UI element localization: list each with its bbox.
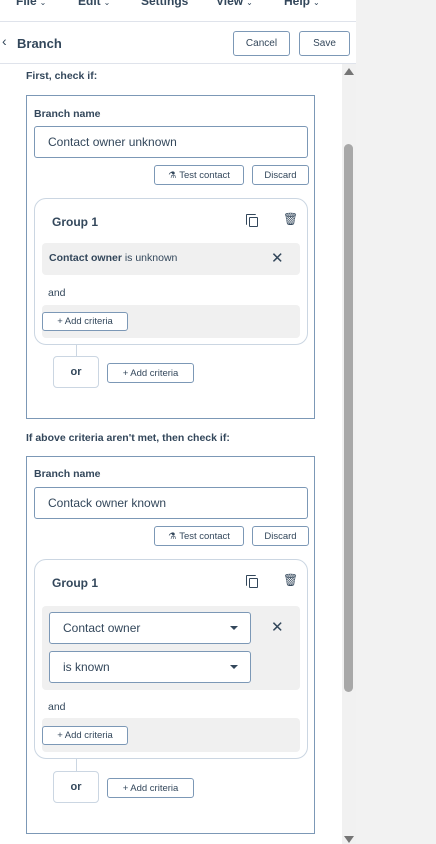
menu-file-label: File — [16, 0, 37, 8]
close-icon[interactable]: ✕ — [271, 620, 284, 635]
add-criteria-row: + Add criteria — [42, 305, 300, 338]
discard-button[interactable]: Discard — [252, 526, 309, 546]
add-criteria-or-button[interactable]: + Add criteria — [107, 363, 194, 383]
add-criteria-or-button[interactable]: + Add criteria — [107, 778, 194, 798]
criteria-edit-row: Contact owner ✕ is known — [42, 606, 300, 690]
panel-header: ‹ Branch Cancel Save — [0, 22, 356, 64]
menu-view[interactable]: View ⌄ — [216, 0, 253, 8]
save-button[interactable]: Save — [299, 31, 350, 56]
back-chevron-icon[interactable]: ‹ — [2, 34, 7, 48]
branch-1-section-label: First, check if: — [26, 70, 98, 82]
chevron-down-icon: ⌄ — [246, 0, 253, 7]
caret-down-icon — [230, 665, 238, 669]
plus-icon: + — [57, 316, 63, 327]
caret-down-icon — [230, 626, 238, 630]
criteria-operator: is unknown — [124, 252, 178, 264]
branch-2-section-label: If above criteria aren't met, then check… — [26, 432, 230, 444]
plus-icon: + — [122, 782, 129, 794]
scroll-down-arrow-icon[interactable] — [344, 836, 354, 843]
group-title: Group 1 — [52, 576, 99, 590]
discard-label: Discard — [264, 169, 297, 181]
chevron-down-icon: ⌄ — [313, 0, 320, 7]
group-card: Group 1 🗑 Contact owner is unknown ✕ and… — [34, 198, 308, 345]
menu-edit-label: Edit — [78, 0, 101, 8]
add-criteria-row: + Add criteria — [42, 718, 300, 752]
chevron-down-icon: ⌄ — [39, 0, 47, 7]
or-button[interactable]: or — [53, 356, 99, 388]
canvas-background — [356, 0, 436, 844]
and-label: and — [48, 701, 66, 713]
menu-help[interactable]: Help ⌄ — [284, 0, 320, 8]
panel-title: Branch — [17, 36, 62, 51]
or-connector-line — [76, 344, 77, 356]
branch-name-input[interactable]: Contact owner unknown — [34, 126, 308, 158]
copy-icon[interactable] — [246, 214, 258, 227]
or-connector-line — [76, 758, 77, 771]
menu-file[interactable]: File ⌄ — [16, 0, 46, 8]
branch-panel-content: First, check if: Branch name Contact own… — [0, 64, 356, 844]
discard-label: Discard — [264, 530, 297, 542]
or-button[interactable]: or — [53, 771, 99, 803]
test-contact-button[interactable]: ⚗ Test contact — [154, 165, 244, 185]
menubar: File ⌄ Edit ⌄ Settings View ⌄ Help ⌄ — [0, 0, 356, 22]
cancel-button[interactable]: Cancel — [233, 31, 290, 56]
branch-name-label: Branch name — [34, 108, 101, 120]
chevron-down-icon: ⌄ — [103, 0, 111, 7]
test-contact-button[interactable]: ⚗ Test contact — [154, 526, 244, 546]
scroll-up-arrow-icon[interactable] — [344, 68, 354, 75]
criteria-property: Contact owner — [49, 252, 122, 264]
discard-button[interactable]: Discard — [252, 165, 309, 185]
add-criteria-label: Add criteria — [64, 316, 113, 327]
menu-help-label: Help — [284, 0, 311, 8]
and-label: and — [48, 287, 66, 299]
branch-name-input[interactable]: Contack owner known — [34, 487, 308, 519]
plus-icon: + — [57, 730, 63, 741]
scrollbar-thumb[interactable] — [344, 144, 353, 692]
menu-edit[interactable]: Edit ⌄ — [78, 0, 110, 8]
close-icon[interactable]: ✕ — [271, 251, 284, 266]
test-contact-label: Test contact — [179, 169, 230, 181]
add-criteria-button[interactable]: + Add criteria — [42, 726, 128, 745]
menu-view-label: View — [216, 0, 244, 8]
add-criteria-label: Add criteria — [130, 782, 179, 794]
add-criteria-label: Add criteria — [64, 730, 113, 741]
criteria-text: Contact owner is unknown — [49, 252, 177, 264]
menu-settings[interactable]: Settings — [141, 0, 188, 8]
group-title: Group 1 — [52, 215, 99, 229]
test-contact-label: Test contact — [179, 530, 230, 542]
property-select-value: Contact owner — [63, 621, 141, 635]
copy-icon[interactable] — [246, 575, 258, 588]
property-select[interactable]: Contact owner — [49, 612, 251, 644]
flask-icon: ⚗ — [168, 530, 177, 541]
criteria-row[interactable]: Contact owner is unknown ✕ — [42, 243, 300, 275]
branch-name-label: Branch name — [34, 468, 101, 480]
flask-icon: ⚗ — [168, 169, 177, 180]
group-card: Group 1 🗑 Contact owner ✕ is known and + — [34, 559, 308, 759]
add-criteria-button[interactable]: + Add criteria — [42, 312, 128, 331]
trash-icon[interactable]: 🗑 — [283, 574, 298, 586]
operator-select[interactable]: is known — [49, 651, 251, 683]
add-criteria-label: Add criteria — [130, 367, 179, 379]
trash-icon[interactable]: 🗑 — [283, 213, 298, 225]
menu-settings-label: Settings — [141, 0, 189, 8]
operator-select-value: is known — [63, 660, 110, 674]
plus-icon: + — [122, 367, 129, 379]
